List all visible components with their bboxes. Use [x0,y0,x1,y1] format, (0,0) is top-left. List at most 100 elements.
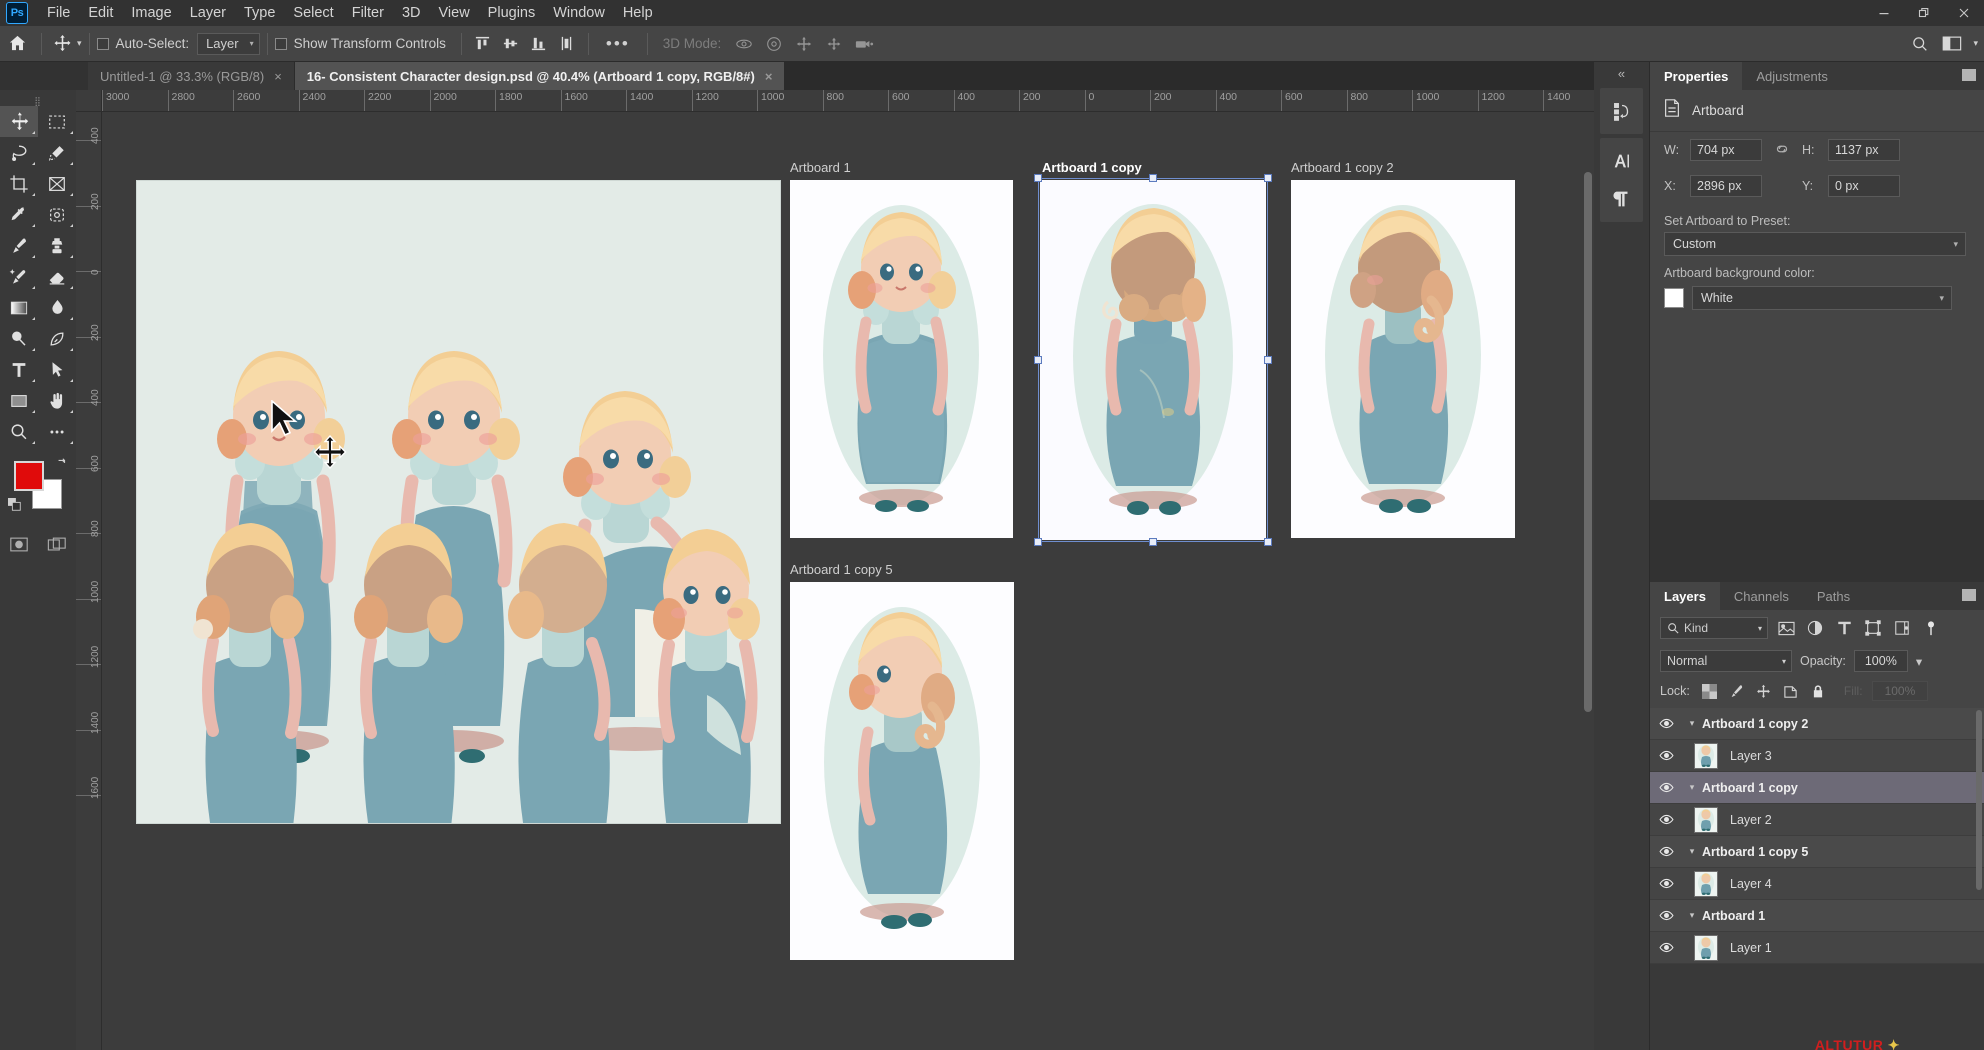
tab-adjustments[interactable]: Adjustments [1742,62,1842,90]
move-tool[interactable] [0,106,38,137]
minimize-button[interactable] [1864,0,1904,26]
menu-layer[interactable]: Layer [181,1,235,25]
selection-handle-tc[interactable] [1149,174,1157,182]
menu-window[interactable]: Window [544,1,614,25]
tool-preset-chevron-icon[interactable]: ▾ [77,38,82,49]
selection-handle-br[interactable] [1264,538,1272,546]
menu-file[interactable]: File [38,1,79,25]
arrange-chevron-icon[interactable]: ▾ [1973,38,1978,49]
quick-mask-icon[interactable] [0,529,38,560]
quick-selection-tool[interactable] [38,137,76,168]
artboard-label-1[interactable]: Artboard 1 [790,160,851,175]
panel-menu-icon[interactable] [1962,69,1976,81]
chevron-down-icon[interactable]: ▾ [1682,718,1702,729]
menu-help[interactable]: Help [614,1,662,25]
tab-channels[interactable]: Channels [1720,582,1803,610]
layer-visibility-eye-icon[interactable] [1650,846,1682,857]
artboard-background-swatch[interactable] [1664,288,1684,308]
layer-visibility-eye-icon[interactable] [1650,814,1682,825]
collapse-panels-icon[interactable]: « [1594,62,1649,84]
align-top-edges-icon[interactable] [469,31,497,57]
layer-visibility-eye-icon[interactable] [1650,878,1682,889]
blur-tool[interactable] [38,292,76,323]
filter-pixel-icon[interactable] [1775,617,1797,639]
frame-tool[interactable] [38,168,76,199]
canvas-vertical-scrollbar[interactable] [1582,112,1594,1038]
3d-camera-icon[interactable] [849,31,879,57]
artboard-1-copy[interactable] [1040,180,1266,540]
chevron-down-icon[interactable]: ▾ [1682,910,1702,921]
scrollbar-thumb[interactable] [1584,172,1592,712]
x-input[interactable]: 2896 px [1690,175,1762,197]
clone-stamp-tool[interactable] [38,230,76,261]
menu-edit[interactable]: Edit [79,1,122,25]
layer-row[interactable]: Layer 2 [1650,804,1984,836]
brush-tool[interactable] [0,230,38,261]
more-options-button[interactable]: ••• [596,34,640,54]
ruler-corner[interactable] [76,90,102,112]
layer-row[interactable]: Layer 1 [1650,932,1984,964]
tab-properties[interactable]: Properties [1650,62,1742,90]
layer-visibility-eye-icon[interactable] [1650,942,1682,953]
reference-sheet-artwork[interactable] [136,180,781,824]
artboard-1[interactable] [790,180,1013,538]
tab-layers[interactable]: Layers [1650,582,1720,610]
artboard-preset-dropdown[interactable]: Custom ▾ [1664,232,1966,256]
foreground-color-swatch[interactable] [14,461,44,491]
layer-row[interactable]: Layer 3 [1650,740,1984,772]
opacity-chevron-icon[interactable]: ▾ [1916,654,1922,669]
rectangular-marquee-tool[interactable] [38,106,76,137]
pen-tool[interactable] [38,323,76,354]
menu-type[interactable]: Type [235,1,284,25]
home-icon[interactable] [0,27,34,61]
rectangle-tool[interactable] [0,385,38,416]
width-input[interactable]: 704 px [1690,139,1762,161]
toolbar-grip[interactable]: ⣿ [0,96,76,106]
selection-handle-bc[interactable] [1149,538,1157,546]
menu-select[interactable]: Select [284,1,342,25]
filter-smart-object-icon[interactable] [1891,617,1913,639]
artboard-background-dropdown[interactable]: White ▾ [1692,286,1952,310]
screen-mode-icon[interactable] [38,529,76,560]
layer-list[interactable]: ▾Artboard 1 copy 2 Layer 3▾Artboard 1 co… [1650,708,1984,964]
tab-paths[interactable]: Paths [1803,582,1864,610]
chevron-down-icon[interactable]: ▾ [1682,846,1702,857]
eraser-tool[interactable] [38,261,76,292]
3d-pan-icon[interactable] [789,31,819,57]
path-selection-tool[interactable] [38,354,76,385]
default-colors-icon[interactable] [8,498,22,517]
selection-handle-tr[interactable] [1264,174,1272,182]
artboard-label-1-copy-5[interactable]: Artboard 1 copy 5 [790,562,893,577]
eyedropper-tool[interactable] [0,199,38,230]
filter-toggle-icon[interactable] [1920,617,1942,639]
artboard-label-1-copy-2[interactable]: Artboard 1 copy 2 [1291,160,1394,175]
layer-group-row[interactable]: ▾Artboard 1 [1650,900,1984,932]
selection-handle-ml[interactable] [1034,356,1042,364]
filter-adjustment-icon[interactable] [1804,617,1826,639]
layer-visibility-eye-icon[interactable] [1650,718,1682,729]
blend-mode-dropdown[interactable]: Normal ▾ [1660,650,1792,672]
auto-select-checkbox[interactable] [97,38,109,50]
artboard-1-copy-5[interactable] [790,582,1014,960]
auto-select-scope-dropdown[interactable]: Layer ▾ [197,33,260,55]
vertical-ruler[interactable]: 40020002004006008001000120014001600 [76,112,102,1050]
menu-filter[interactable]: Filter [343,1,393,25]
arrange-documents-icon[interactable] [1939,31,1965,57]
dodge-tool[interactable] [0,323,38,354]
lock-artboard-nesting-icon[interactable] [1782,682,1800,700]
lock-position-icon[interactable] [1755,682,1773,700]
swap-colors-icon[interactable] [56,457,68,472]
panel-menu-icon[interactable] [1962,589,1976,601]
canvas-horizontal-scrollbar[interactable] [102,1038,1582,1050]
3d-orbit-icon[interactable] [729,31,759,57]
layer-group-row[interactable]: ▾Artboard 1 copy 2 [1650,708,1984,740]
gradient-tool[interactable] [0,292,38,323]
layer-filter-kind-dropdown[interactable]: Kind ▾ [1660,617,1768,639]
healing-brush-tool[interactable] [0,261,38,292]
character-icon[interactable] [1600,142,1644,180]
lock-transparent-pixels-icon[interactable] [1701,682,1719,700]
align-bottom-edges-icon[interactable] [525,31,553,57]
close-button[interactable] [1944,0,1984,26]
lasso-tool[interactable] [0,137,38,168]
opacity-value[interactable]: 100% [1854,650,1908,672]
